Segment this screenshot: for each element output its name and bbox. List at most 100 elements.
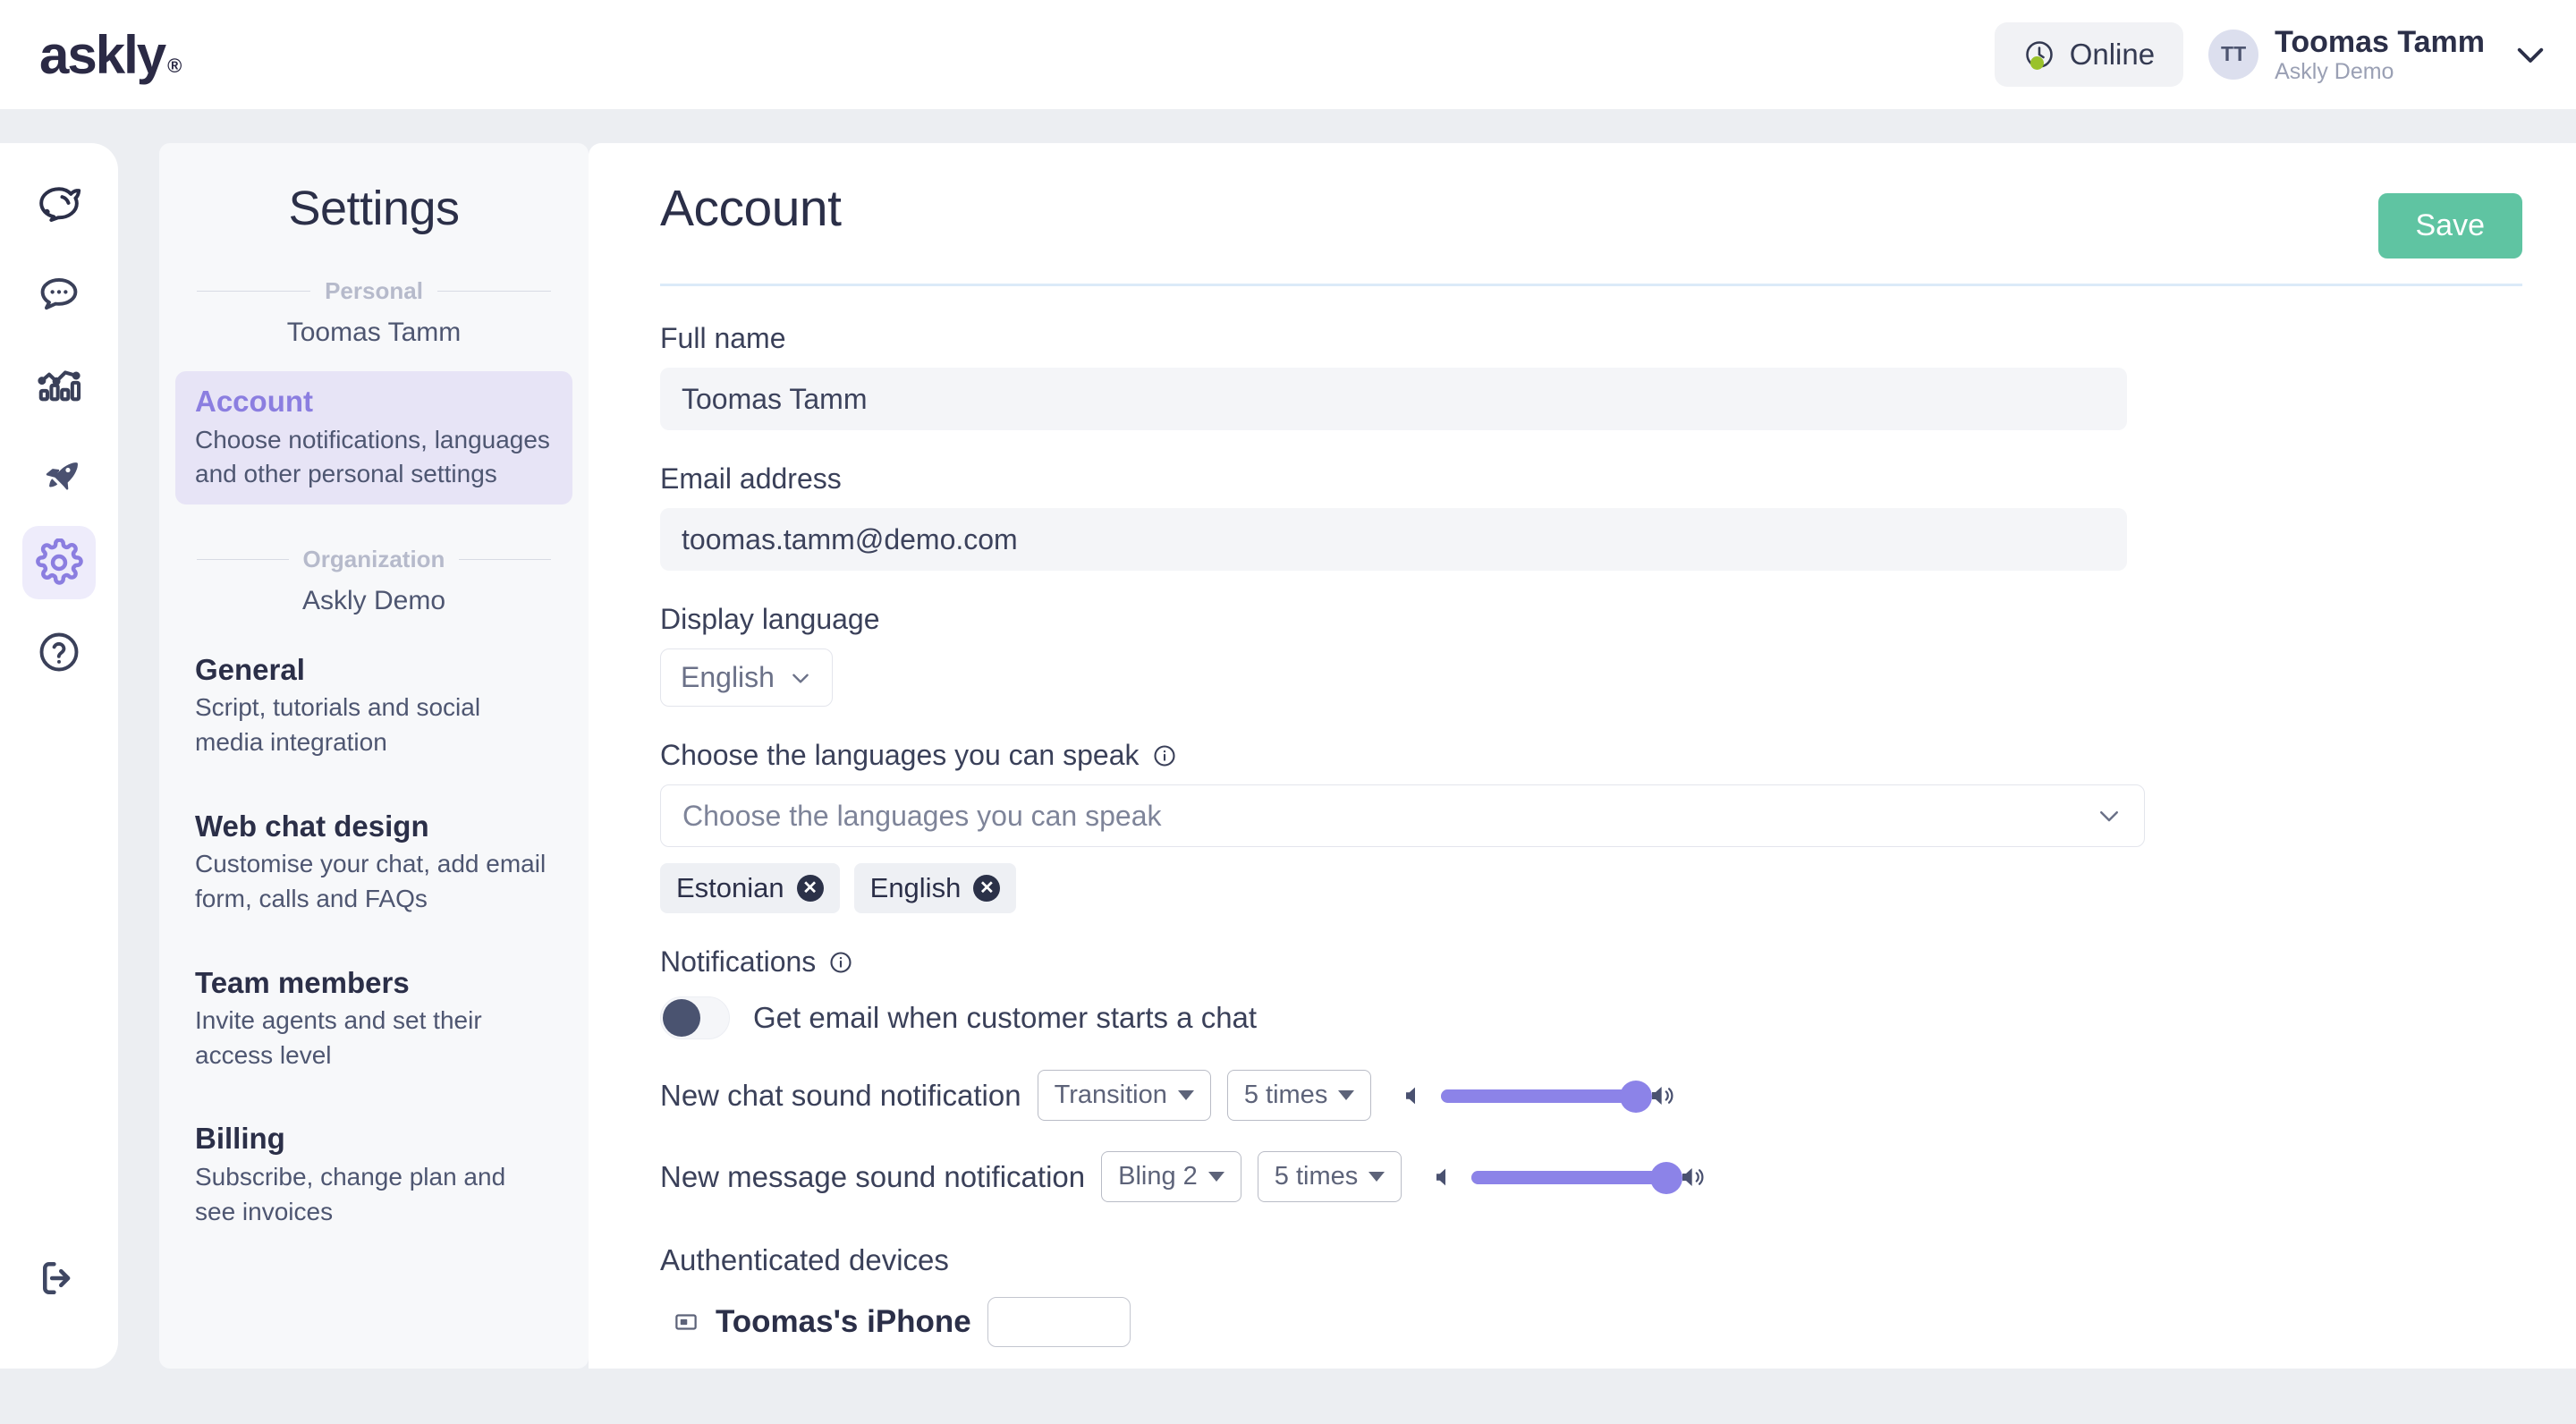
speaker-volume-icon[interactable] bbox=[1679, 1163, 1707, 1191]
slider-thumb[interactable] bbox=[1620, 1080, 1653, 1113]
notifications-section: Notifications Get email when customer st… bbox=[660, 945, 2576, 1202]
display-language-value: English bbox=[681, 661, 775, 693]
rail-item-home[interactable] bbox=[22, 168, 96, 242]
display-language-group: Display language English bbox=[660, 603, 2576, 707]
speaker-volume-icon[interactable] bbox=[1648, 1081, 1677, 1110]
device-row: Toomas's iPhone bbox=[673, 1297, 2576, 1347]
email-notification-toggle[interactable] bbox=[660, 996, 730, 1039]
sidebar-group-organization: Organization bbox=[197, 546, 551, 573]
language-chip-label: Estonian bbox=[676, 872, 784, 903]
save-button[interactable]: Save bbox=[2377, 193, 2522, 259]
settings-sidebar: Settings Personal Toomas Tamm Account Ch… bbox=[159, 143, 589, 1369]
sidebar-item-team-members[interactable]: Team members Invite agents and set their… bbox=[175, 953, 572, 1086]
rocket-icon bbox=[36, 450, 82, 496]
chat-sound-value: Transition bbox=[1054, 1081, 1167, 1109]
main-header: Account Save bbox=[589, 143, 2576, 259]
message-sound-select[interactable]: Bling 2 bbox=[1101, 1151, 1241, 1202]
sidebar-group-label: Personal bbox=[325, 277, 423, 304]
rail-item-settings[interactable] bbox=[22, 526, 96, 599]
message-sound-row: New message sound notification Bling 2 5… bbox=[660, 1151, 2576, 1202]
slider-thumb[interactable] bbox=[1650, 1161, 1683, 1194]
notifications-label-row: Notifications bbox=[660, 945, 2576, 979]
email-input[interactable] bbox=[660, 508, 2127, 571]
divider-right bbox=[436, 291, 552, 292]
spoken-languages-chips: Estonian ✕ English ✕ bbox=[660, 863, 2576, 913]
caret-down-icon bbox=[1208, 1172, 1224, 1182]
sidebar-item-account[interactable]: Account Choose notifications, languages … bbox=[175, 371, 572, 504]
message-sound-label: New message sound notification bbox=[660, 1159, 1086, 1193]
device-name: Toomas's iPhone bbox=[716, 1304, 971, 1339]
language-chip: Estonian ✕ bbox=[660, 863, 840, 913]
chevron-down-icon bbox=[2096, 802, 2123, 829]
message-sound-volume-slider[interactable] bbox=[1471, 1161, 1683, 1194]
divider-left bbox=[197, 291, 311, 292]
close-circle-icon[interactable]: ✕ bbox=[796, 875, 824, 902]
user-menu[interactable]: TT Toomas Tamm Askly Demo bbox=[2208, 25, 2549, 84]
spoken-languages-select[interactable]: Choose the languages you can speak bbox=[660, 784, 2145, 847]
clock-icon bbox=[2023, 38, 2055, 71]
sidebar-group-personal: Personal bbox=[197, 277, 552, 305]
display-language-label: Display language bbox=[660, 603, 880, 635]
message-sound-value: Bling 2 bbox=[1118, 1162, 1198, 1191]
full-name-label: Full name bbox=[660, 322, 786, 354]
speaker-mute-icon[interactable] bbox=[1402, 1082, 1428, 1109]
slider-fill bbox=[1441, 1089, 1637, 1103]
sidebar-item-general[interactable]: General Script, tutorials and social med… bbox=[175, 640, 572, 773]
email-notification-row: Get email when customer starts a chat bbox=[660, 996, 2576, 1039]
user-text: Toomas Tamm Askly Demo bbox=[2275, 25, 2485, 84]
full-name-group: Full name bbox=[660, 322, 2576, 430]
spoken-languages-label: Choose the languages you can speak bbox=[660, 739, 1140, 771]
logo-text: askly bbox=[39, 24, 166, 85]
sidebar-item-description: Script, tutorials and social media integ… bbox=[195, 693, 481, 757]
icon-rail bbox=[0, 143, 118, 1369]
full-name-input[interactable] bbox=[660, 368, 2127, 430]
sidebar-group-subtitle: Askly Demo bbox=[301, 585, 446, 615]
divider-left bbox=[197, 558, 289, 560]
chat-bubble-icon bbox=[36, 271, 82, 318]
main-content: Account Save Full name Email address Dis… bbox=[589, 143, 2576, 1369]
sidebar-group-label: Organization bbox=[302, 545, 445, 572]
sidebar-item-billing[interactable]: Billing Subscribe, change plan and see i… bbox=[175, 1108, 572, 1242]
rail-item-chats[interactable] bbox=[22, 258, 96, 331]
chat-sound-repeat-select[interactable]: 5 times bbox=[1226, 1070, 1372, 1121]
logout-button[interactable] bbox=[22, 1242, 96, 1315]
rail-item-analytics[interactable] bbox=[22, 347, 96, 420]
notifications-label: Notifications bbox=[660, 945, 817, 978]
top-bar-right: Online TT Toomas Tamm Askly Demo bbox=[1994, 22, 2549, 87]
sidebar-group-subtitle: Toomas Tamm bbox=[286, 318, 462, 347]
language-chip-label: English bbox=[869, 872, 962, 903]
info-circle-icon[interactable] bbox=[1152, 743, 1177, 768]
toggle-knob bbox=[663, 999, 700, 1037]
account-form: Full name Email address Display language… bbox=[589, 286, 2576, 1347]
close-circle-icon[interactable]: ✕ bbox=[973, 875, 1001, 902]
device-action-button[interactable] bbox=[987, 1297, 1131, 1347]
info-circle-icon[interactable] bbox=[828, 950, 853, 975]
rail-item-help[interactable] bbox=[22, 615, 96, 689]
spoken-languages-placeholder: Choose the languages you can speak bbox=[682, 799, 1162, 832]
slider-fill bbox=[1471, 1170, 1667, 1184]
divider-right bbox=[459, 558, 551, 560]
display-language-select[interactable]: English bbox=[660, 648, 833, 707]
avatar: TT bbox=[2208, 29, 2259, 80]
speaker-mute-icon[interactable] bbox=[1432, 1164, 1459, 1191]
rail-item-campaigns[interactable] bbox=[22, 437, 96, 510]
caret-down-icon bbox=[1368, 1172, 1385, 1182]
sidebar-item-title: Account bbox=[195, 385, 313, 418]
chevron-down-icon[interactable] bbox=[2512, 36, 2549, 73]
user-name: Toomas Tamm bbox=[2275, 24, 2485, 59]
logout-icon bbox=[35, 1254, 83, 1302]
spoken-languages-label-row: Choose the languages you can speak bbox=[660, 739, 2576, 772]
message-sound-repeat-select[interactable]: 5 times bbox=[1257, 1151, 1402, 1202]
chat-sound-volume-slider[interactable] bbox=[1441, 1080, 1653, 1113]
caret-down-icon bbox=[1177, 1090, 1194, 1100]
status-badge[interactable]: Online bbox=[1994, 22, 2184, 87]
chat-sound-volume bbox=[1402, 1080, 1677, 1113]
email-label: Email address bbox=[660, 462, 842, 495]
app-logo[interactable]: askly ® bbox=[39, 24, 182, 86]
chat-sound-select[interactable]: Transition bbox=[1037, 1070, 1211, 1121]
gear-icon bbox=[35, 538, 83, 587]
user-organization: Askly Demo bbox=[2275, 59, 2394, 85]
online-dot-icon bbox=[2029, 56, 2044, 70]
sidebar-item-web-chat-design[interactable]: Web chat design Customise your chat, add… bbox=[175, 796, 572, 929]
chat-sound-label: New chat sound notification bbox=[660, 1078, 1021, 1112]
